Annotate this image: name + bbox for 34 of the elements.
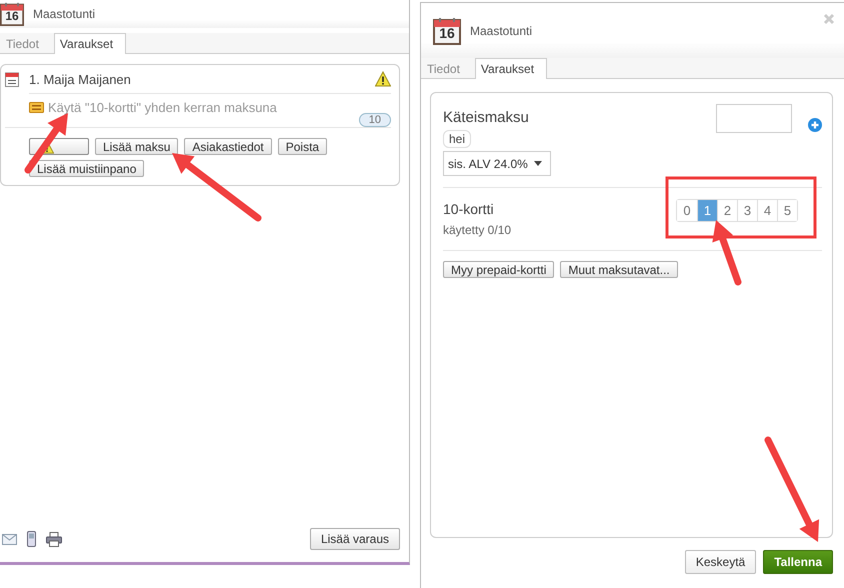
amount-field[interactable] [716,104,792,133]
customer-name: 1. Maija Maijanen [29,72,131,86]
annotation-arrow [712,220,742,286]
calendar-day: 16 [433,26,461,40]
count-badge: 10 [358,113,391,127]
annotation-arrow [24,113,68,174]
warning-icon [375,71,391,87]
event-title: Maastotunti [33,7,96,21]
action-button[interactable]: Lisää muistiinpano [29,160,144,177]
dropdown-caret-icon [534,161,542,166]
printer-icon [46,532,62,546]
count-option[interactable]: 5 [777,200,797,221]
phone-icon [27,531,36,547]
card-title: 10-kortti [443,201,495,217]
calendar-day: 16 [0,10,24,22]
tag: hei [443,130,472,148]
action-button[interactable]: Myy prepaid-kortti [443,261,554,278]
event-title: Maastotunti [470,24,532,38]
tab[interactable]: Varaukset [474,58,548,79]
mail-icon [2,534,17,544]
vat-select[interactable]: sis. ALV 24.0% [443,151,551,176]
calendar-icon [5,71,19,87]
add-booking-button[interactable]: Lisää varaus [310,528,400,550]
action-button[interactable]: Poista [278,138,328,155]
ticket-icon [29,102,44,113]
action-button[interactable]: Asiakastiedot [184,138,272,155]
save-button[interactable]: Tallenna [763,550,833,574]
plus-icon[interactable] [808,118,822,132]
action-button[interactable]: Muut maksutavat... [560,261,678,278]
payment-title: Käteismaksu [443,109,530,126]
tab[interactable]: Varaukset [54,33,126,54]
usage-text: käytetty 0/10 [443,223,512,237]
cancel-button[interactable]: Keskeytä [684,550,756,574]
action-button[interactable]: Lisää maksu [95,138,178,155]
